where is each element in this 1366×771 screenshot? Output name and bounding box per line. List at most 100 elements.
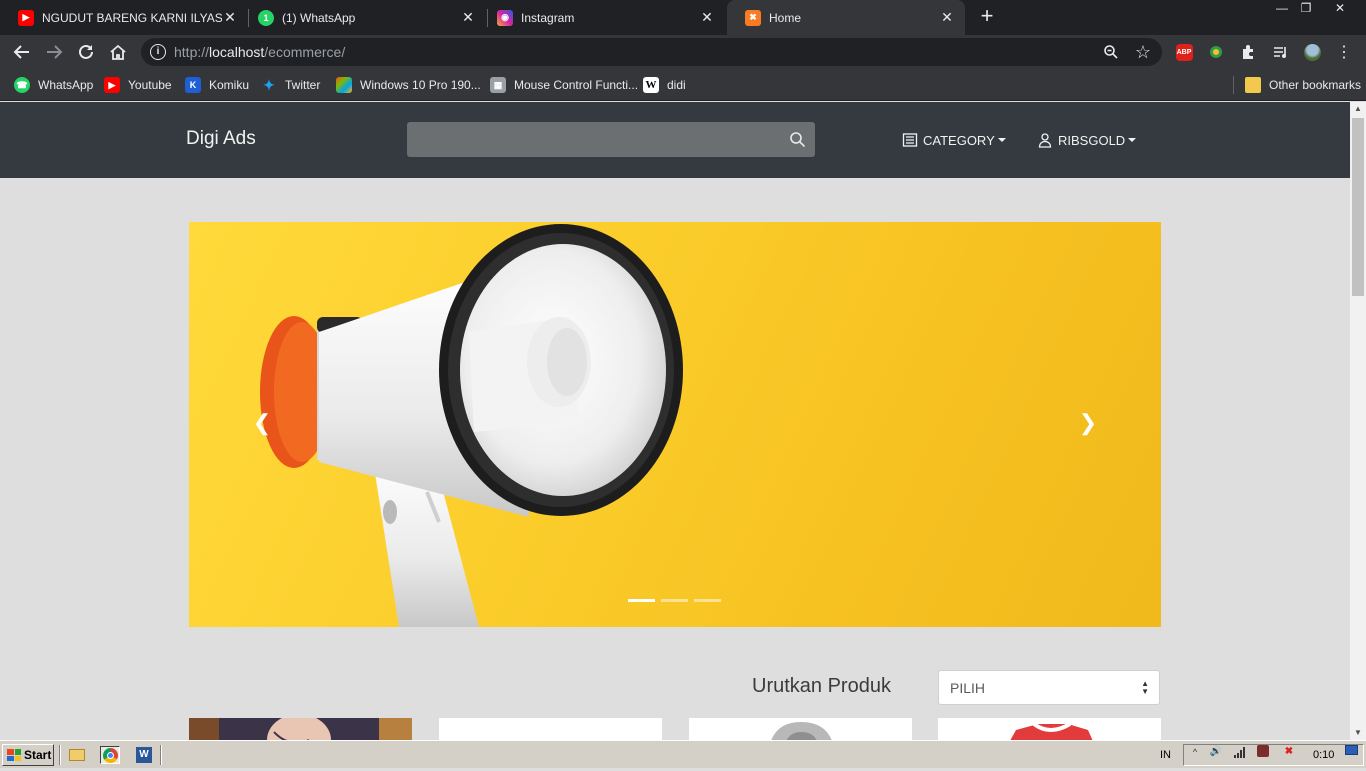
search-input[interactable] bbox=[407, 122, 815, 157]
chevron-down-icon bbox=[997, 138, 1006, 142]
chevron-down-icon bbox=[1128, 138, 1137, 142]
browser-toolbar: i http://localhost/ecommerce/ ☆ ABP ⋮ bbox=[0, 35, 1366, 69]
product-card[interactable] bbox=[689, 718, 912, 740]
bookmark-star-icon[interactable]: ☆ bbox=[1134, 42, 1152, 62]
folder-icon[interactable] bbox=[67, 746, 87, 764]
carousel-prev-icon[interactable]: ❮ bbox=[249, 410, 275, 436]
megaphone-image bbox=[260, 224, 683, 627]
home-icon[interactable] bbox=[106, 40, 130, 64]
new-tab-icon[interactable]: + bbox=[976, 5, 998, 28]
sort-select[interactable]: PILIH ▲ ▼ bbox=[938, 670, 1160, 705]
bookmark-twitter[interactable]: ✦ Twitter bbox=[261, 76, 320, 94]
windows-taskbar: Start W IN ^ 🔊 ✖ 0:10 bbox=[0, 740, 1366, 768]
product-image bbox=[189, 718, 412, 740]
bookmark-label: Twitter bbox=[285, 78, 321, 92]
extension-color-icon[interactable] bbox=[1207, 43, 1225, 61]
bookmark-whatsapp[interactable]: ☎ WhatsApp bbox=[14, 76, 93, 94]
scroll-up-icon[interactable]: ▲ bbox=[1350, 102, 1366, 116]
close-icon[interactable]: ✕ bbox=[939, 9, 955, 26]
taskbar-divider bbox=[59, 745, 61, 765]
select-arrows-icon: ▲ ▼ bbox=[1141, 679, 1149, 696]
tray-expand-icon[interactable]: ^ bbox=[1188, 745, 1202, 759]
scroll-down-icon[interactable]: ▼ bbox=[1350, 726, 1366, 740]
back-icon[interactable] bbox=[10, 40, 34, 64]
user-dropdown[interactable]: RIBSGOLD bbox=[1037, 132, 1137, 148]
error-shield-icon[interactable]: ✖ bbox=[1282, 745, 1296, 759]
close-icon[interactable]: ✕ bbox=[222, 9, 238, 26]
browser-tab-strip: ▶ NGUDUT BARENG KARNI ILYAS☐ ( ✕ 1 (1) W… bbox=[0, 0, 1366, 35]
twitter-icon: ✦ bbox=[263, 76, 275, 93]
bookmark-windows[interactable]: Windows 10 Pro 190... bbox=[336, 76, 481, 94]
volume-icon[interactable]: 🔊 bbox=[1209, 745, 1223, 759]
taskbar-divider bbox=[160, 745, 162, 765]
windows-logo-icon bbox=[7, 749, 21, 761]
reload-icon[interactable] bbox=[74, 40, 98, 64]
carousel-indicator-2[interactable] bbox=[661, 599, 688, 602]
forward-icon[interactable] bbox=[42, 40, 66, 64]
extensions-puzzle-icon[interactable] bbox=[1239, 43, 1257, 61]
category-list-icon bbox=[902, 133, 918, 147]
whatsapp-icon: ☎ bbox=[14, 77, 30, 93]
folder-icon bbox=[1245, 77, 1261, 93]
close-icon[interactable]: ✕ bbox=[699, 9, 715, 26]
tab-instagram[interactable]: ◉ Instagram ✕ bbox=[479, 0, 725, 35]
show-desktop-icon[interactable] bbox=[1345, 745, 1359, 759]
site-brand[interactable]: Digi Ads bbox=[186, 128, 256, 150]
bookmark-label: Mouse Control Functi... bbox=[514, 78, 639, 92]
tab-title: Instagram bbox=[521, 10, 575, 25]
product-card[interactable] bbox=[439, 718, 662, 740]
site-info-icon[interactable]: i bbox=[150, 44, 166, 60]
other-bookmarks[interactable]: Other bookmarks bbox=[1245, 76, 1361, 94]
clock[interactable]: 0:10 bbox=[1313, 749, 1334, 761]
youtube-icon: ▶ bbox=[18, 9, 34, 26]
page-scrollbar[interactable]: ▲ ▼ bbox=[1350, 102, 1366, 740]
network-signal-icon[interactable] bbox=[1233, 745, 1247, 759]
media-controls-icon[interactable] bbox=[1271, 43, 1289, 61]
browser-menu-icon[interactable]: ⋮ bbox=[1335, 43, 1353, 61]
word-icon[interactable]: W bbox=[134, 746, 154, 764]
other-bookmarks-label: Other bookmarks bbox=[1269, 78, 1362, 92]
bookmark-youtube[interactable]: ▶ Youtube bbox=[104, 76, 172, 94]
user-label: RIBSGOLD bbox=[1058, 132, 1126, 148]
bookmark-label: Youtube bbox=[128, 78, 172, 92]
hero-carousel[interactable]: ❮ ❯ bbox=[189, 222, 1161, 627]
profile-avatar-icon[interactable] bbox=[1303, 43, 1321, 61]
start-button[interactable]: Start bbox=[2, 744, 54, 766]
bookmark-komiku[interactable]: K Komiku bbox=[185, 76, 249, 94]
chrome-icon[interactable] bbox=[100, 746, 120, 764]
category-dropdown[interactable]: CATEGORY bbox=[902, 132, 1006, 148]
close-window-icon[interactable]: ✕ bbox=[1325, 0, 1355, 18]
security-alert-icon[interactable] bbox=[1257, 745, 1271, 759]
close-icon[interactable]: ✕ bbox=[460, 9, 476, 26]
carousel-indicator-1[interactable] bbox=[628, 599, 655, 602]
tab-whatsapp[interactable]: 1 (1) WhatsApp ✕ bbox=[240, 0, 486, 35]
wikipedia-icon: W bbox=[643, 77, 659, 93]
bookmark-label: didi bbox=[667, 78, 686, 92]
carousel-indicator-3[interactable] bbox=[694, 599, 721, 602]
sort-label: Urutkan Produk bbox=[752, 675, 891, 697]
product-image bbox=[1010, 722, 1093, 740]
bookmark-mouse-control[interactable]: ▦ Mouse Control Functi... bbox=[490, 76, 638, 94]
tab-title: Home bbox=[769, 10, 802, 25]
zoom-icon[interactable] bbox=[1102, 43, 1120, 61]
bookmarks-divider bbox=[1233, 76, 1234, 94]
carousel-next-icon[interactable]: ❯ bbox=[1075, 410, 1101, 436]
bookmark-didi[interactable]: W didi bbox=[643, 76, 686, 94]
adblock-plus-icon[interactable]: ABP bbox=[1175, 43, 1193, 61]
restore-icon[interactable]: ❐ bbox=[1291, 0, 1321, 18]
youtube-icon: ▶ bbox=[104, 77, 120, 93]
tab-title: (1) WhatsApp bbox=[282, 10, 356, 25]
search-icon[interactable] bbox=[789, 131, 806, 148]
product-card[interactable] bbox=[938, 718, 1161, 740]
bookmark-label: Komiku bbox=[209, 78, 250, 92]
product-image bbox=[771, 722, 832, 740]
tab-youtube[interactable]: ▶ NGUDUT BARENG KARNI ILYAS☐ ( ✕ bbox=[0, 0, 248, 35]
scrollbar-thumb[interactable] bbox=[1352, 118, 1364, 296]
user-icon bbox=[1038, 133, 1052, 148]
xampp-icon: ✖ bbox=[745, 9, 761, 26]
sort-selected-value: PILIH bbox=[950, 680, 986, 696]
product-card[interactable] bbox=[189, 718, 412, 740]
address-bar[interactable]: i http://localhost/ecommerce/ ☆ bbox=[141, 38, 1162, 66]
tab-home[interactable]: ✖ Home ✕ bbox=[727, 0, 965, 35]
category-label: CATEGORY bbox=[923, 132, 995, 148]
